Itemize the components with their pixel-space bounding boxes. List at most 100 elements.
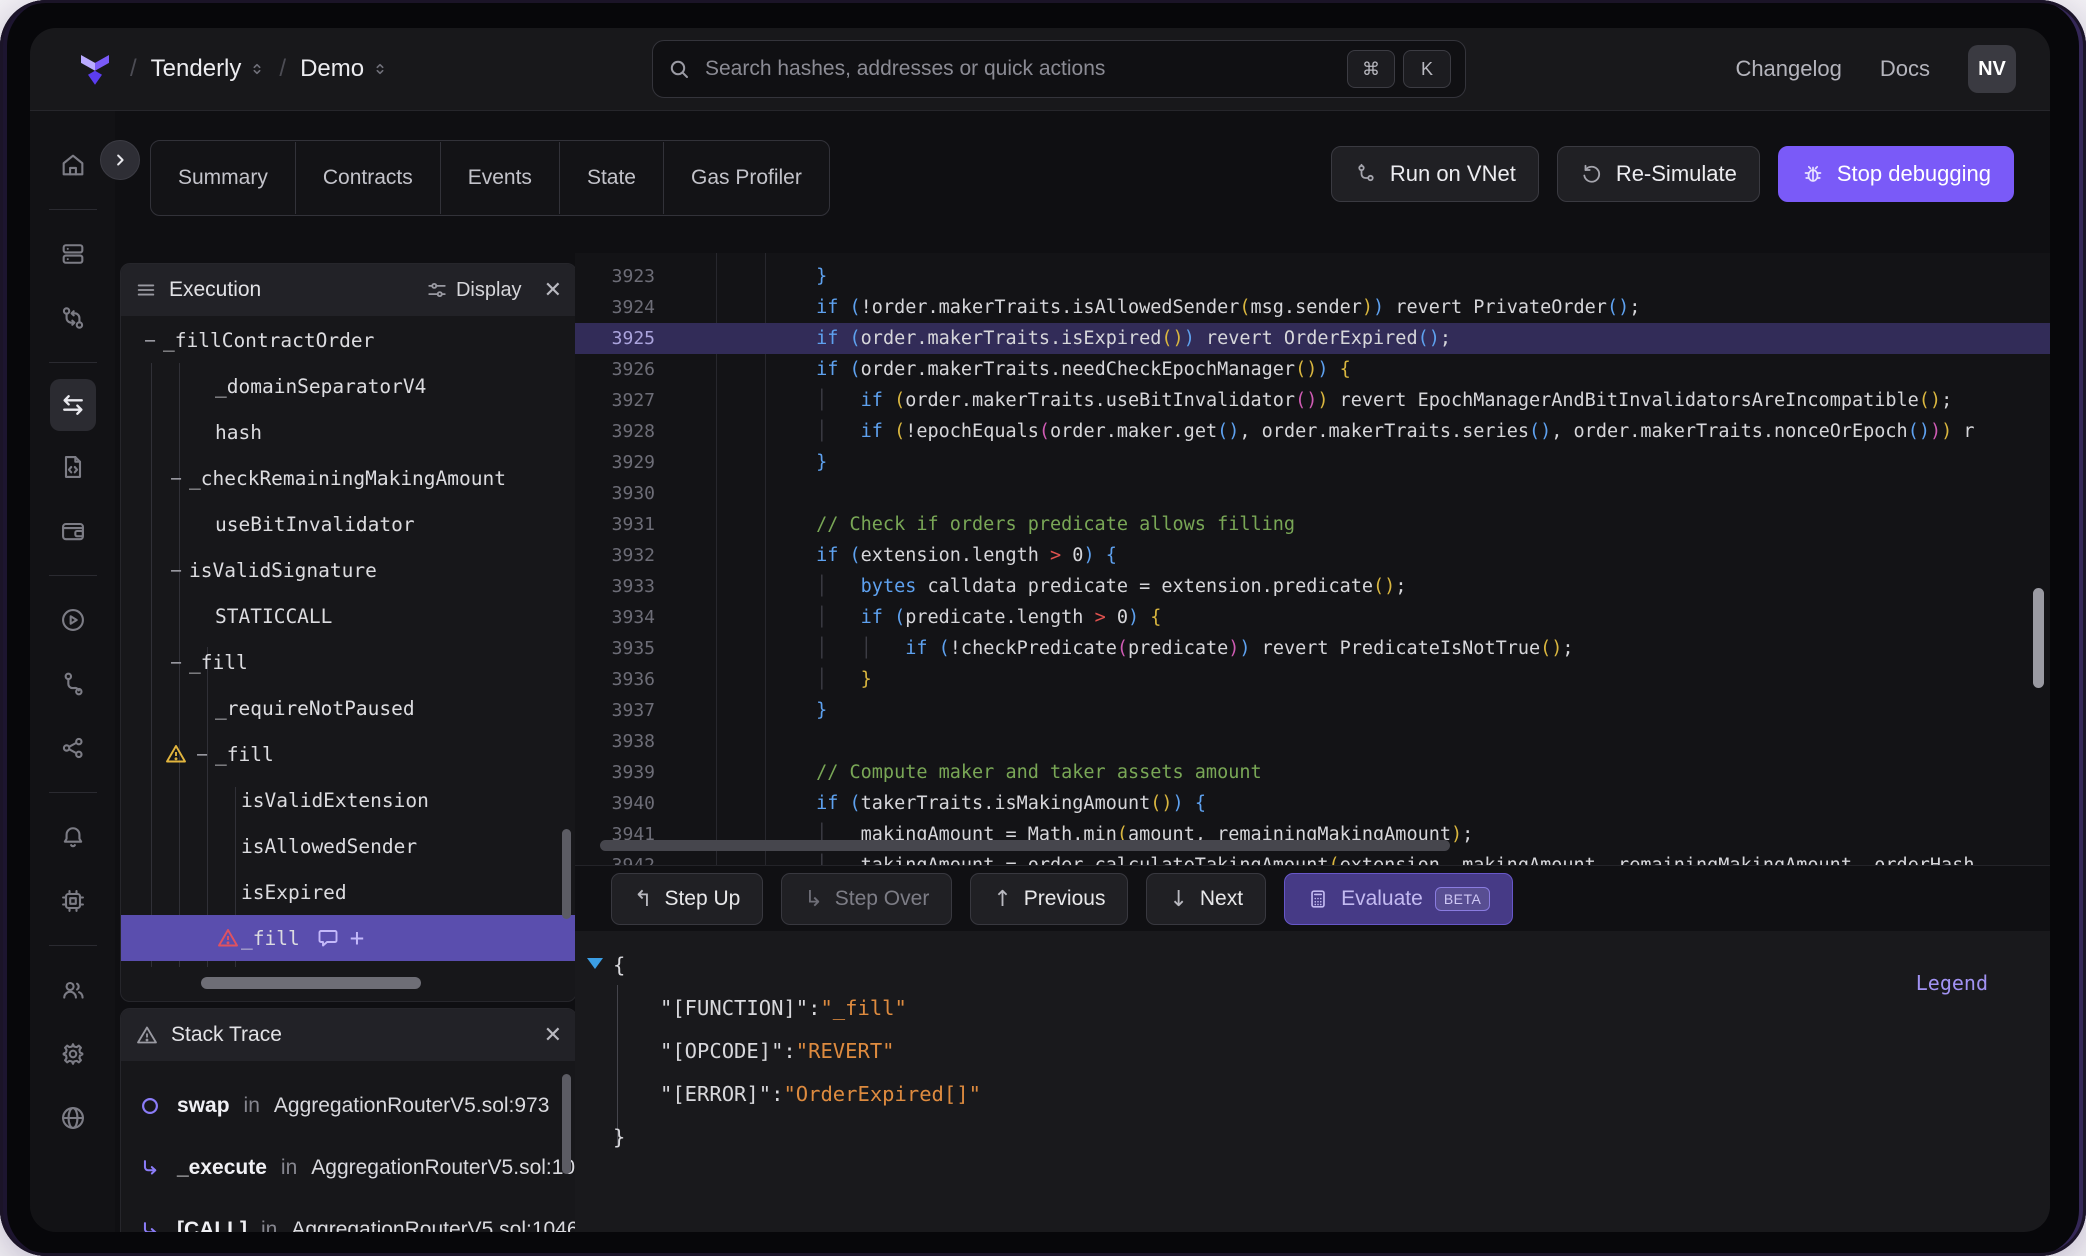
collapse-icon[interactable]: − (163, 651, 189, 674)
code-line[interactable]: 3937 } (575, 695, 2050, 726)
line-number: 3937 (575, 700, 655, 721)
previous-button[interactable]: ↑Previous (970, 873, 1128, 925)
line-number: 3925 (575, 328, 655, 349)
evaluate-button[interactable]: EvaluateBETA (1284, 873, 1513, 925)
code-line[interactable]: 3931 // Check if orders predicate allows… (575, 509, 2050, 540)
stop-debugging-button[interactable]: Stop debugging (1778, 146, 2014, 202)
wallet-icon[interactable] (50, 503, 96, 559)
search-input[interactable] (703, 56, 1339, 82)
avatar[interactable]: NV (1968, 45, 2016, 93)
code-line[interactable]: 3933 │ bytes calldata predicate = extens… (575, 571, 2050, 602)
code-line[interactable]: 3928 │ if (!epochEquals(order.maker.get(… (575, 416, 2050, 447)
line-number: 3929 (575, 452, 655, 473)
execution-tree-item[interactable]: isValidExtension (121, 777, 576, 823)
scrollbar-thumb[interactable] (600, 840, 1450, 851)
next-button[interactable]: ↓Next (1146, 873, 1266, 925)
legend-link[interactable]: Legend (1916, 971, 1988, 995)
server-stack-icon[interactable] (50, 226, 96, 282)
org-selector[interactable]: Tenderly (151, 55, 266, 83)
execution-tree-item[interactable]: isExpired (121, 869, 576, 915)
code-line[interactable]: 3930 (575, 478, 2050, 509)
tree-item-label: isExpired (241, 881, 347, 904)
execution-tree-item[interactable]: useBitInvalidator (121, 501, 576, 547)
execution-tree-item[interactable]: _fill + (121, 915, 576, 961)
code-line[interactable]: 3940 if (takerTraits.isMakingAmount()) { (575, 788, 2050, 819)
scrollbar-thumb[interactable] (201, 977, 421, 989)
step-up-button[interactable]: ↰Step Up (611, 873, 763, 925)
execution-tree-item[interactable]: −_fill (121, 639, 576, 685)
stack-trace-item[interactable]: [CALL]inAggregationRouterV5.sol:1046 (121, 1199, 576, 1232)
users-icon[interactable] (50, 962, 96, 1018)
stack-trace-item[interactable]: _executeinAggregationRouterV5.sol:100 (121, 1137, 576, 1199)
collapse-icon[interactable]: − (163, 559, 189, 582)
add-comment-button[interactable]: + (350, 924, 364, 952)
chip-icon[interactable] (50, 873, 96, 929)
code-line[interactable]: 3942 │ takingAmount = order.calculateTak… (575, 850, 2050, 865)
display-settings-button[interactable]: Display (426, 279, 522, 302)
gear-icon[interactable] (50, 1026, 96, 1082)
k-key-badge: K (1403, 50, 1451, 88)
git-compare-icon[interactable] (50, 290, 96, 346)
code-line[interactable]: 3938 (575, 726, 2050, 757)
execution-tree-item[interactable]: _domainSeparatorV4 (121, 363, 576, 409)
execution-tree-item[interactable]: hash (121, 409, 576, 455)
return-arrow-icon (137, 1157, 163, 1179)
code-line[interactable]: 3929 } (575, 447, 2050, 478)
project-selector[interactable]: Demo (300, 55, 388, 83)
code-lines: 3923 }3924 if (!order.makerTraits.isAllo… (575, 253, 2050, 865)
code-text: │ } (655, 669, 872, 690)
collapse-triangle-icon[interactable] (587, 958, 603, 969)
re-simulate-button[interactable]: Re-Simulate (1557, 146, 1760, 202)
play-circle-icon[interactable] (50, 592, 96, 648)
comment-icon[interactable] (316, 926, 340, 950)
scrollbar-thumb[interactable] (562, 1074, 571, 1174)
menu-icon[interactable] (135, 279, 157, 301)
execution-tree-item[interactable]: STATICCALL (121, 593, 576, 639)
execution-tree-item[interactable]: −_fill (121, 731, 576, 777)
global-search[interactable]: ⌘ K (652, 40, 1466, 98)
tab-summary[interactable]: Summary (151, 142, 295, 214)
tab-contracts[interactable]: Contracts (295, 142, 440, 214)
code-line[interactable]: 3934 │ if (predicate.length > 0) { (575, 602, 2050, 633)
contract-file-icon[interactable] (50, 439, 96, 495)
execution-tree-item[interactable]: −_checkRemainingMakingAmount (121, 455, 576, 501)
code-line[interactable]: 3936 │ } (575, 664, 2050, 695)
share-nodes-icon[interactable] (50, 720, 96, 776)
tab-events[interactable]: Events (440, 142, 559, 214)
sidebar-expand-button[interactable] (100, 140, 140, 180)
code-line[interactable]: 3939 // Compute maker and taker assets a… (575, 757, 2050, 788)
collapse-icon[interactable]: − (137, 329, 163, 352)
changelog-link[interactable]: Changelog (1735, 56, 1841, 82)
tab-state[interactable]: State (559, 142, 663, 214)
scrollbar-thumb[interactable] (562, 829, 571, 919)
globe-icon[interactable] (50, 1090, 96, 1146)
execution-tree-item[interactable]: _requireNotPaused (121, 685, 576, 731)
bell-icon[interactable] (50, 809, 96, 865)
close-icon[interactable]: ✕ (544, 1022, 562, 1048)
code-line[interactable]: 3924 if (!order.makerTraits.isAllowedSen… (575, 292, 2050, 323)
code-line[interactable]: 3932 if (extension.length > 0) { (575, 540, 2050, 571)
collapse-icon[interactable]: − (189, 743, 215, 766)
run-on-vnet-button[interactable]: Run on VNet (1331, 146, 1539, 202)
code-line[interactable]: 3925 if (order.makerTraits.isExpired()) … (575, 323, 2050, 354)
code-line[interactable]: 3935 │ │ if (!checkPredicate(predicate))… (575, 633, 2050, 664)
scrollbar-thumb[interactable] (2033, 588, 2044, 688)
execution-tree-item[interactable]: −_fillContractOrder (121, 317, 576, 363)
swap-arrows-icon[interactable] (50, 379, 96, 431)
home-icon[interactable] (50, 137, 96, 193)
code-line[interactable]: 3923 } (575, 261, 2050, 292)
git-fork-icon[interactable] (50, 656, 96, 712)
step-over-button[interactable]: ↳Step Over (781, 873, 952, 925)
execution-tree-item[interactable]: isAllowedSender (121, 823, 576, 869)
execution-panel-title: Execution (169, 278, 261, 302)
collapse-icon[interactable]: − (163, 467, 189, 490)
code-text: │ takingAmount = order.calculateTakingAm… (655, 855, 1974, 865)
docs-link[interactable]: Docs (1880, 56, 1930, 82)
execution-tree-item[interactable]: −isValidSignature (121, 547, 576, 593)
code-line[interactable]: 3927 │ if (order.makerTraits.useBitInval… (575, 385, 2050, 416)
code-line[interactable]: 3926 if (order.makerTraits.needCheckEpoc… (575, 354, 2050, 385)
tree-item-label: _fill (241, 927, 300, 950)
close-icon[interactable]: ✕ (544, 277, 562, 303)
stack-trace-item[interactable]: swapinAggregationRouterV5.sol:973 (121, 1075, 576, 1137)
tab-gas-profiler[interactable]: Gas Profiler (663, 142, 829, 214)
